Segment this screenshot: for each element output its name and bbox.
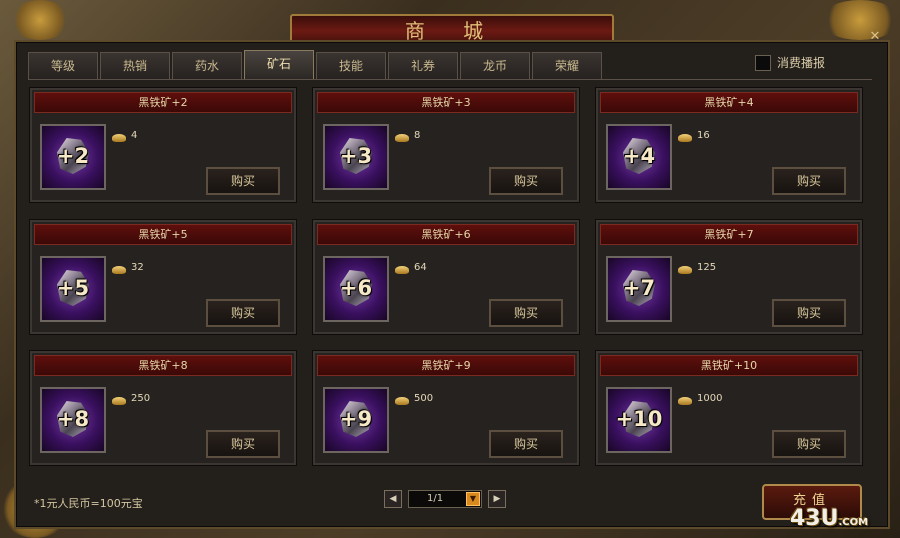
iron-ore-icon[interactable]: +9	[323, 387, 389, 453]
item-card: 黑铁矿+10 +10 1000 购买	[596, 351, 862, 465]
buy-button[interactable]: 购买	[206, 299, 280, 327]
item-level: +5	[56, 276, 90, 300]
buy-button[interactable]: 购买	[772, 430, 846, 458]
gold-ingot-icon	[678, 397, 692, 405]
pagination: ◀ 1/1 ▼ ▶	[384, 490, 506, 508]
buy-button[interactable]: 购买	[489, 167, 563, 195]
item-name: 黑铁矿+6	[317, 224, 575, 245]
item-price: 125	[697, 262, 717, 273]
item-level: +2	[56, 144, 90, 168]
logo-text: 43U	[790, 506, 839, 531]
tab-coupon[interactable]: 礼券	[388, 52, 458, 79]
buy-button[interactable]: 购买	[206, 430, 280, 458]
item-price: 32	[131, 262, 144, 273]
item-name: 黑铁矿+2	[34, 92, 292, 113]
prev-page-icon[interactable]: ◀	[384, 490, 402, 508]
exchange-rate-note: *1元人民币=100元宝	[34, 497, 143, 510]
item-card: 黑铁矿+9 +9 500 购买	[313, 351, 579, 465]
buy-button[interactable]: 购买	[206, 167, 280, 195]
item-level: +10	[615, 407, 663, 431]
item-name: 黑铁矿+3	[317, 92, 575, 113]
item-price: 500	[414, 393, 434, 404]
tab-honor[interactable]: 荣耀	[532, 52, 602, 79]
item-price: 64	[414, 262, 427, 273]
gold-ingot-icon	[395, 397, 409, 405]
item-level: +3	[339, 144, 373, 168]
item-name: 黑铁矿+4	[600, 92, 858, 113]
buy-button[interactable]: 购买	[489, 430, 563, 458]
item-name: 黑铁矿+5	[34, 224, 292, 245]
item-price: 4	[131, 130, 138, 141]
consume-broadcast-label: 消费播报	[777, 56, 826, 70]
iron-ore-icon[interactable]: +8	[40, 387, 106, 453]
gold-ornament-left	[10, 0, 70, 40]
category-tabs: 等级 热销 药水 矿石 技能 礼券 龙币 荣耀	[28, 50, 602, 79]
iron-ore-icon[interactable]: +5	[40, 256, 106, 322]
item-name: 黑铁矿+8	[34, 355, 292, 376]
item-card: 黑铁矿+4 +4 16 购买	[596, 88, 862, 202]
buy-button[interactable]: 购买	[489, 299, 563, 327]
site-logo: 43U.COM	[790, 506, 868, 531]
item-price: 250	[131, 393, 151, 404]
iron-ore-icon[interactable]: +10	[606, 387, 672, 453]
gold-ingot-icon	[112, 266, 126, 274]
item-card: 黑铁矿+5 +5 32 购买	[30, 220, 296, 334]
iron-ore-icon[interactable]: +6	[323, 256, 389, 322]
tab-potion[interactable]: 药水	[172, 52, 242, 79]
item-price: 16	[697, 130, 710, 141]
item-card: 黑铁矿+2 +2 4 购买	[30, 88, 296, 202]
gold-ornament-right	[820, 0, 900, 40]
item-name: 黑铁矿+10	[600, 355, 858, 376]
next-page-icon[interactable]: ▶	[488, 490, 506, 508]
buy-button[interactable]: 购买	[772, 299, 846, 327]
item-level: +6	[339, 276, 373, 300]
item-name: 黑铁矿+9	[317, 355, 575, 376]
gold-ingot-icon	[112, 397, 126, 405]
consume-broadcast-checkbox[interactable]	[755, 54, 771, 71]
item-card: 黑铁矿+8 +8 250 购买	[30, 351, 296, 465]
item-card: 黑铁矿+3 +3 8 购买	[313, 88, 579, 202]
item-level: +4	[622, 144, 656, 168]
item-card: 黑铁矿+7 +7 125 购买	[596, 220, 862, 334]
iron-ore-icon[interactable]: +2	[40, 124, 106, 190]
tab-dragon-coin[interactable]: 龙币	[460, 52, 530, 79]
tab-ore[interactable]: 矿石	[244, 50, 314, 79]
iron-ore-icon[interactable]: +7	[606, 256, 672, 322]
tab-level[interactable]: 等级	[28, 52, 98, 79]
item-card: 黑铁矿+6 +6 64 购买	[313, 220, 579, 334]
gold-ingot-icon	[395, 266, 409, 274]
page-indicator: 1/1	[427, 493, 444, 504]
gold-ingot-icon	[112, 134, 126, 142]
gold-ingot-icon	[678, 266, 692, 274]
iron-ore-icon[interactable]: +3	[323, 124, 389, 190]
dropdown-arrow-icon[interactable]: ▼	[466, 492, 480, 506]
tab-skill[interactable]: 技能	[316, 52, 386, 79]
logo-suffix: .COM	[838, 517, 869, 528]
gold-ingot-icon	[678, 134, 692, 142]
item-grid: 黑铁矿+2 +2 4 购买 黑铁矿+3 +3 8 购买 黑铁矿+4 +4 16 …	[28, 79, 872, 470]
buy-button[interactable]: 购买	[772, 167, 846, 195]
item-level: +8	[56, 407, 90, 431]
iron-ore-icon[interactable]: +4	[606, 124, 672, 190]
item-price: 1000	[697, 393, 723, 404]
gold-ingot-icon	[395, 134, 409, 142]
consume-broadcast: 消费播报	[755, 54, 825, 71]
item-level: +7	[622, 276, 656, 300]
item-level: +9	[339, 407, 373, 431]
page-selector[interactable]: 1/1 ▼	[408, 490, 482, 508]
item-price: 8	[414, 130, 421, 141]
item-name: 黑铁矿+7	[600, 224, 858, 245]
tab-hot[interactable]: 热销	[100, 52, 170, 79]
